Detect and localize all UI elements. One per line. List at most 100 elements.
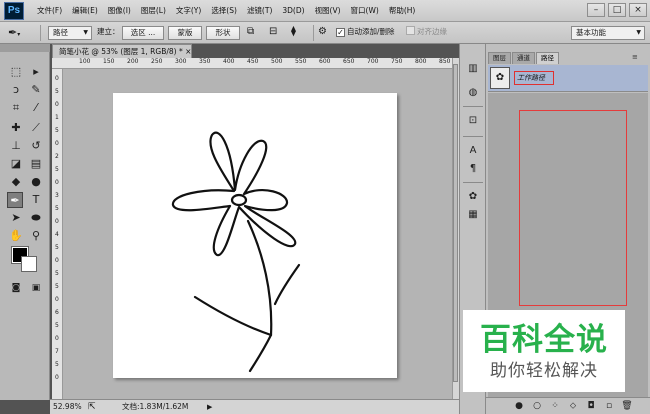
ruler-tick-label: 450 xyxy=(247,58,259,65)
mask-button[interactable]: 蒙版 xyxy=(168,26,202,40)
menu-file[interactable]: 文件(F) xyxy=(32,0,67,22)
tools-grip[interactable] xyxy=(0,44,50,52)
close-button[interactable]: × xyxy=(629,3,647,17)
hand-icon[interactable]: ✋ xyxy=(8,228,24,244)
ruler-tick-label: 5 xyxy=(55,166,59,173)
make-work-path-icon[interactable]: ⬦ xyxy=(564,399,582,413)
tab-layers[interactable]: 图层 xyxy=(488,52,511,64)
menu-layer[interactable]: 图层(L) xyxy=(136,0,171,22)
fill-path-icon[interactable]: ● xyxy=(510,399,528,413)
eyedropper-icon[interactable]: ⁄ xyxy=(28,100,44,116)
path-arrangement-icon[interactable]: ⧫ xyxy=(291,26,307,40)
flower-stem-path xyxy=(246,219,273,373)
ruler-tick-label: 6 xyxy=(55,309,59,316)
flower-petals-path xyxy=(171,131,297,257)
paragraph-icon[interactable]: ¶ xyxy=(466,162,480,176)
background-color-swatch[interactable] xyxy=(21,256,37,272)
marquee-icon[interactable]: ⬚ xyxy=(8,64,24,80)
tab-paths[interactable]: 路径 xyxy=(536,52,559,64)
flower-drawing xyxy=(171,131,301,373)
status-bar: 52.98% ⇱ 文档:1.83M/1.62M ▶ xyxy=(50,399,459,414)
pen-icon[interactable]: ✒ xyxy=(7,192,23,208)
menu-help[interactable]: 帮助(H) xyxy=(384,0,421,22)
chevron-down-icon: ▼ xyxy=(83,29,88,36)
menu-type[interactable]: 文字(Y) xyxy=(171,0,206,22)
clone-source-icon[interactable]: ⊡ xyxy=(466,114,480,128)
flower-branch-path xyxy=(273,263,301,306)
load-selection-icon[interactable]: ⁘ xyxy=(546,399,564,413)
histogram-icon[interactable]: ▥ xyxy=(466,62,480,76)
lasso-icon[interactable]: ↄ xyxy=(8,82,24,98)
export-icon[interactable]: ⇱ xyxy=(88,400,96,414)
menu-3d[interactable]: 3D(D) xyxy=(277,0,309,22)
shape-icon[interactable]: ⬬ xyxy=(28,210,44,226)
restore-button[interactable]: □ xyxy=(608,3,626,17)
ruler-tick-label: 550 xyxy=(295,58,307,65)
close-icon[interactable]: × xyxy=(185,47,191,56)
ruler-tick-label: 1 xyxy=(55,114,59,121)
panel-menu-icon[interactable]: ≡ xyxy=(632,53,638,61)
quick-mask-icon[interactable]: ◙ xyxy=(8,280,24,296)
ruler-tick-label: 0 xyxy=(55,374,59,381)
photoshop-logo: Ps xyxy=(4,2,24,20)
minimize-button[interactable]: – xyxy=(587,3,605,17)
menu-select[interactable]: 选择(S) xyxy=(206,0,242,22)
path-name-label[interactable]: 工作路径 xyxy=(514,71,554,85)
trash-icon[interactable]: 🗑 xyxy=(618,399,636,413)
history-brush-icon[interactable]: ↺ xyxy=(28,138,44,154)
scrollbar-thumb[interactable] xyxy=(453,64,458,382)
document-canvas[interactable] xyxy=(113,93,397,378)
move-icon[interactable]: ▸ xyxy=(28,64,44,80)
document-tab[interactable]: 简笔小花 @ 53% (图层 1, RGB/8) * × xyxy=(52,44,192,58)
type-icon[interactable]: T xyxy=(28,192,44,208)
mode-select[interactable]: 路径 ▼ xyxy=(48,26,92,40)
new-path-icon[interactable]: ▫ xyxy=(600,399,618,413)
path-select-icon[interactable]: ➤ xyxy=(8,210,24,226)
ruler-tick-label: 5 xyxy=(55,361,59,368)
stamp-icon[interactable]: ⊥ xyxy=(8,138,24,154)
gear-icon[interactable]: ⚙ xyxy=(318,26,332,40)
menu-view[interactable]: 视图(V) xyxy=(310,0,346,22)
auto-add-delete-checkbox[interactable]: ✓ 自动添加/删除 xyxy=(336,26,416,40)
path-row-work-path[interactable] xyxy=(488,65,648,92)
menu-image[interactable]: 图像(I) xyxy=(103,0,136,22)
screen-mode-icon[interactable]: ▣ xyxy=(28,280,44,296)
chevron-down-icon: ▼ xyxy=(636,29,641,36)
character-icon[interactable]: A xyxy=(466,144,480,158)
pen-tool-preset-icon[interactable]: ✒▾ xyxy=(8,26,36,40)
workspace-select[interactable]: 基本功能 ▼ xyxy=(571,26,645,40)
tab-channels[interactable]: 通道 xyxy=(512,52,535,64)
divider xyxy=(463,182,483,183)
menu-filter[interactable]: 滤镜(T) xyxy=(242,0,277,22)
dodge-icon[interactable]: ● xyxy=(28,174,44,190)
gradient-icon[interactable]: ▤ xyxy=(28,156,44,172)
swatches-icon[interactable]: ✿ xyxy=(466,190,480,204)
document-title: 简笔小花 @ 53% (图层 1, RGB/8) * xyxy=(59,47,183,56)
ruler-tick-label: 200 xyxy=(127,58,139,65)
ruler-tick-label: 5 xyxy=(55,244,59,251)
healing-icon[interactable]: ✚ xyxy=(8,120,24,136)
selection-button[interactable]: 选区 ... xyxy=(122,26,164,40)
brush-icon[interactable]: ⟋ xyxy=(28,120,44,136)
path-alignment-icon[interactable]: ⊟ xyxy=(269,26,283,40)
ruler-tick-label: 100 xyxy=(79,58,91,65)
zoom-icon[interactable]: ⚲ xyxy=(28,228,44,244)
crop-icon[interactable]: ⌗ xyxy=(8,100,24,116)
align-edges-checkbox[interactable]: 对齐边缘 xyxy=(406,26,466,40)
menu-edit[interactable]: 编辑(E) xyxy=(67,0,103,22)
blur-icon[interactable]: ◆ xyxy=(8,174,24,190)
quick-select-icon[interactable]: ✎ xyxy=(28,82,44,98)
stroke-path-icon[interactable]: ○ xyxy=(528,399,546,413)
window-controls: – □ × xyxy=(587,0,650,22)
ruler-tick-label: 800 xyxy=(415,58,427,65)
add-mask-icon[interactable]: ◘ xyxy=(582,399,600,413)
grid-icon[interactable]: ▦ xyxy=(466,208,480,222)
eraser-icon[interactable]: ◪ xyxy=(8,156,24,172)
zoom-level[interactable]: 52.98% xyxy=(53,400,82,414)
menu-window[interactable]: 窗口(W) xyxy=(346,0,384,22)
status-menu-arrow-icon[interactable]: ▶ xyxy=(207,400,212,414)
brush-preset-icon[interactable]: ◍ xyxy=(466,86,480,100)
path-operations-icon[interactable]: ⧉ xyxy=(247,26,261,40)
ruler-tick-label: 5 xyxy=(55,127,59,134)
shape-button[interactable]: 形状 xyxy=(206,26,240,40)
